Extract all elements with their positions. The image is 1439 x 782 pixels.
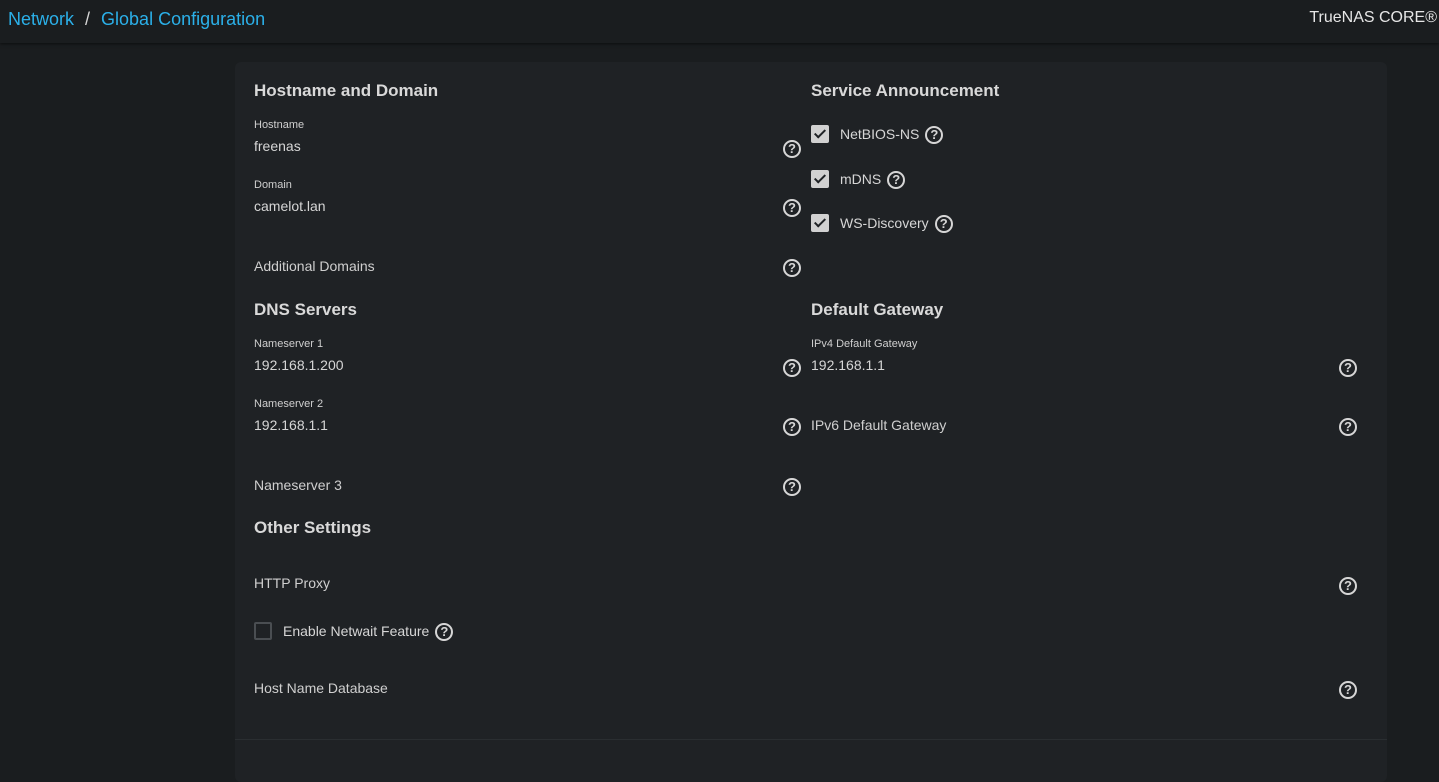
card-divider	[235, 739, 1387, 740]
breadcrumb-separator: /	[85, 9, 91, 29]
breadcrumb: Network / Global Configuration	[8, 8, 265, 30]
nameserver1-help-icon[interactable]: ?	[783, 359, 801, 377]
additional-domains-help-icon[interactable]: ?	[783, 259, 801, 277]
hostname-input[interactable]: freenas	[254, 138, 301, 154]
netwait-row: Enable Netwait Feature?	[283, 623, 454, 642]
ipv6-gateway-input[interactable]: IPv6 Default Gateway	[811, 417, 946, 433]
ws-discovery-label: WS-Discovery	[840, 215, 929, 231]
domain-input[interactable]: camelot.lan	[254, 198, 326, 214]
default-gateway-section-title: Default Gateway	[811, 300, 944, 319]
nameserver1-input[interactable]: 192.168.1.200	[254, 357, 344, 373]
breadcrumb-network-link[interactable]: Network	[8, 9, 74, 29]
hostname-label: Hostname	[254, 119, 305, 131]
host-name-database-help-icon[interactable]: ?	[1339, 681, 1357, 699]
nameserver2-input[interactable]: 192.168.1.1	[254, 417, 328, 433]
global-configuration-card: Hostname and Domain Hostname freenas ? D…	[235, 62, 1387, 782]
additional-domains-input[interactable]: Additional Domains	[254, 258, 375, 274]
netwait-checkbox[interactable]	[254, 622, 272, 640]
nameserver2-label: Nameserver 2	[254, 398, 324, 410]
hostname-domain-section-title: Hostname and Domain	[254, 81, 439, 100]
mdns-help-icon[interactable]: ?	[887, 171, 906, 190]
breadcrumb-global-configuration-link[interactable]: Global Configuration	[101, 9, 265, 29]
ipv6-gateway-help-icon[interactable]: ?	[1339, 418, 1357, 436]
top-bar: Network / Global Configuration TrueNAS COR…	[0, 0, 1439, 43]
netbios-ns-checkbox[interactable]	[811, 125, 829, 143]
netwait-label: Enable Netwait Feature	[283, 623, 430, 639]
other-settings-section-title: Other Settings	[254, 518, 372, 537]
nameserver1-label: Nameserver 1	[254, 338, 324, 350]
brand-name: TrueNAS CORE®	[1309, 9, 1437, 26]
hostname-help-icon[interactable]: ?	[783, 140, 801, 158]
service-announcement-section-title: Service Announcement	[811, 81, 1000, 100]
http-proxy-help-icon[interactable]: ?	[1339, 577, 1357, 595]
ws-discovery-checkbox[interactable]	[811, 214, 829, 232]
mdns-checkbox[interactable]	[811, 170, 829, 188]
netwait-help-icon[interactable]: ?	[435, 623, 454, 642]
netbios-ns-help-icon[interactable]: ?	[925, 126, 944, 145]
ws-discovery-row: WS-Discovery?	[840, 215, 953, 234]
domain-label: Domain	[254, 179, 292, 191]
ipv4-gateway-label: IPv4 Default Gateway	[811, 338, 918, 350]
ipv4-gateway-help-icon[interactable]: ?	[1339, 359, 1357, 377]
nameserver3-input[interactable]: Nameserver 3	[254, 477, 342, 493]
domain-help-icon[interactable]: ?	[783, 199, 801, 217]
mdns-label: mDNS	[840, 171, 882, 187]
ipv4-gateway-input[interactable]: 192.168.1.1	[811, 357, 885, 373]
nameserver2-help-icon[interactable]: ?	[783, 418, 801, 436]
nameserver3-help-icon[interactable]: ?	[783, 478, 801, 496]
ws-discovery-help-icon[interactable]: ?	[934, 215, 953, 234]
mdns-row: mDNS?	[840, 171, 906, 190]
dns-servers-section-title: DNS Servers	[254, 300, 358, 319]
netbios-ns-row: NetBIOS-NS?	[840, 126, 944, 145]
http-proxy-input[interactable]: HTTP Proxy	[254, 575, 330, 591]
netbios-ns-label: NetBIOS-NS	[840, 126, 920, 142]
host-name-database-input[interactable]: Host Name Database	[254, 680, 388, 696]
